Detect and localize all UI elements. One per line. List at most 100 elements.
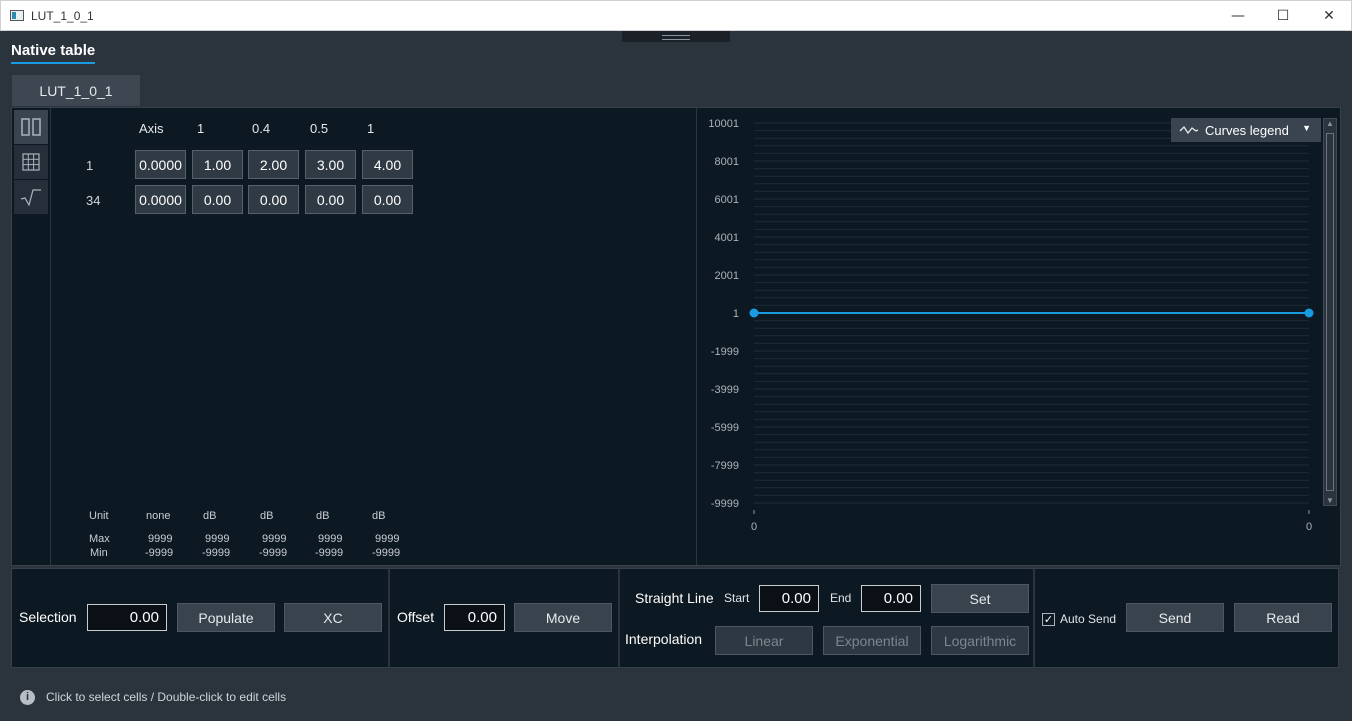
column-header: 1 (367, 121, 375, 136)
axis-cell[interactable]: 0.0000 (135, 185, 186, 214)
max-label: Max (89, 533, 110, 545)
selection-input[interactable]: 0.00 (87, 604, 167, 631)
row-label: 1 (86, 158, 94, 173)
unit-value: none (146, 510, 171, 522)
close-button[interactable]: ✕ (1306, 1, 1352, 31)
y-tick-label: 6001 (715, 194, 739, 206)
table-cell[interactable]: 2.00 (248, 150, 299, 179)
curve-view-button[interactable] (14, 180, 48, 214)
max-value: 9999 (318, 533, 343, 545)
max-value: 9999 (148, 533, 173, 545)
set-button[interactable]: Set (931, 584, 1029, 613)
min-value: -9999 (372, 547, 401, 559)
y-tick-label: -9999 (711, 498, 739, 510)
table-cell[interactable]: 0.00 (248, 185, 299, 214)
xc-button[interactable]: XC (284, 603, 382, 632)
unit-value: dB (316, 510, 330, 522)
curves-legend-dropdown[interactable]: Curves legend ▼ (1171, 118, 1321, 142)
column-header: 0.4 (252, 121, 271, 136)
window-titlebar: LUT_1_0_1 — ☐ ✕ (0, 0, 1352, 31)
split-view-button[interactable] (14, 110, 48, 144)
column-header: 1 (197, 121, 205, 136)
scroll-down-icon: ▼ (1326, 496, 1334, 505)
chart-svg: 10001 8001 6001 4001 2001 1 -1999 -3999 -5999 -79… (708, 118, 1314, 533)
straight-line-label: Straight Line (635, 590, 714, 606)
interpolation-label: Interpolation (625, 631, 703, 647)
row-label: 34 (86, 193, 101, 208)
selection-label: Selection (19, 609, 77, 625)
square-root-icon (20, 189, 41, 206)
y-tick-label: 2001 (715, 270, 739, 282)
chart-scrollbar[interactable]: ▲ ▼ (1323, 118, 1337, 506)
data-point[interactable] (1304, 308, 1314, 318)
read-button[interactable]: Read (1234, 603, 1332, 632)
tab-lut[interactable]: LUT_1_0_1 (12, 75, 140, 106)
start-input[interactable]: 0.00 (759, 585, 819, 612)
max-value: 9999 (375, 533, 400, 545)
y-tick-label: -3999 (711, 384, 739, 396)
y-tick-label: 10001 (708, 118, 739, 130)
data-point[interactable] (749, 308, 759, 318)
offset-input[interactable]: 0.00 (444, 604, 505, 631)
curves-legend-label: Curves legend (1205, 122, 1289, 138)
info-icon: i (20, 689, 35, 705)
exponential-button[interactable]: Exponential (823, 626, 921, 655)
y-tick-label: -7999 (711, 460, 739, 472)
table-cell[interactable]: 0.00 (192, 185, 243, 214)
offset-label: Offset (397, 609, 435, 625)
main-panel: Axis 1 0.4 0.5 1 1 0.0000 1.00 2.00 3.00… (11, 107, 1341, 566)
y-tick-label: -1999 (711, 346, 739, 358)
maximize-button[interactable]: ☐ (1260, 1, 1306, 31)
y-tick-label: 8001 (715, 156, 739, 168)
end-input[interactable]: 0.00 (861, 585, 921, 612)
app-icon (10, 10, 24, 21)
min-value: -9999 (315, 547, 344, 559)
auto-send-checkbox[interactable]: ✓ (1042, 613, 1055, 626)
curve-icon (1179, 125, 1199, 135)
unit-value: dB (372, 510, 386, 522)
table-cell[interactable]: 4.00 (362, 150, 413, 179)
drag-handle[interactable] (622, 31, 730, 42)
unit-value: dB (260, 510, 274, 522)
populate-button[interactable]: Populate (177, 603, 275, 632)
unit-label: Unit (89, 510, 109, 522)
axis-cell[interactable]: 0.0000 (135, 150, 186, 179)
min-label: Min (90, 547, 108, 559)
column-header: 0.5 (310, 121, 329, 136)
grid-icon (22, 153, 40, 171)
minimize-button[interactable]: — (1215, 1, 1261, 31)
table-cell[interactable]: 1.00 (192, 150, 243, 179)
scroll-thumb[interactable] (1326, 133, 1334, 491)
min-value: -9999 (202, 547, 231, 559)
max-value: 9999 (262, 533, 287, 545)
min-value: -9999 (259, 547, 288, 559)
y-tick-label: -5999 (711, 422, 739, 434)
y-tick-label: 4001 (715, 232, 739, 244)
status-bar: i Click to select cells / Double-click t… (20, 687, 286, 707)
controls-panel: Selection 0.00 Populate XC Offset 0.00 M… (11, 568, 1339, 668)
y-tick-label: 1 (733, 308, 739, 320)
start-label: Start (724, 591, 750, 605)
x-tick-label: 0 (1306, 521, 1312, 533)
table-view-button[interactable] (14, 145, 48, 179)
linear-button[interactable]: Linear (715, 626, 813, 655)
curve-chart: 10001 8001 6001 4001 2001 1 -1999 -3999 -5999 -79… (697, 108, 1340, 565)
table-cell[interactable]: 0.00 (305, 185, 356, 214)
table-cell[interactable]: 0.00 (362, 185, 413, 214)
table-cell[interactable]: 3.00 (305, 150, 356, 179)
move-button[interactable]: Move (514, 603, 612, 632)
min-value: -9999 (145, 547, 174, 559)
section-divider (1033, 569, 1035, 667)
chevron-down-icon: ▼ (1302, 123, 1311, 133)
logarithmic-button[interactable]: Logarithmic (931, 626, 1029, 655)
axis-header: Axis (139, 121, 164, 136)
window-title: LUT_1_0_1 (31, 9, 94, 23)
view-toolbar (12, 108, 51, 565)
split-view-icon (21, 118, 41, 136)
status-text: Click to select cells / Double-click to … (46, 690, 287, 704)
send-button[interactable]: Send (1126, 603, 1224, 632)
table-area: Axis 1 0.4 0.5 1 1 0.0000 1.00 2.00 3.00… (52, 108, 696, 565)
end-label: End (830, 591, 852, 605)
x-tick-label: 0 (751, 521, 757, 533)
section-divider (388, 569, 390, 667)
